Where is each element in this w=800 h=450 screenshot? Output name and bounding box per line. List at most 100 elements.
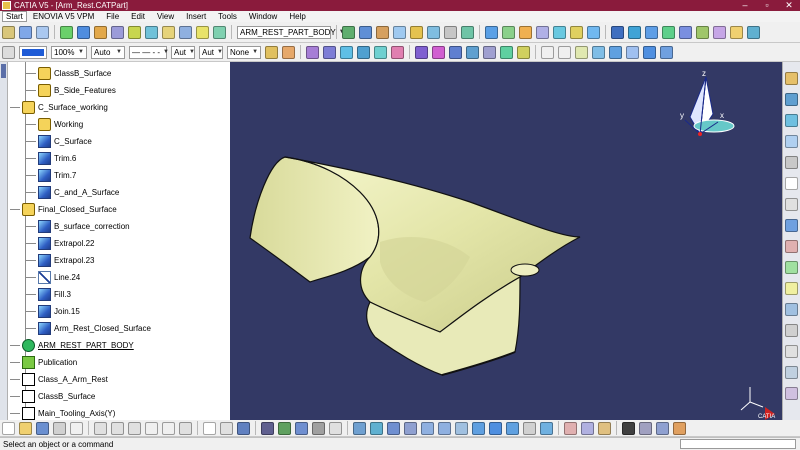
law-icon[interactable] [785, 261, 798, 274]
product-icon[interactable] [312, 421, 325, 435]
command-input[interactable] [680, 439, 796, 449]
healing-icon[interactable] [466, 45, 479, 59]
circle-sketch-icon[interactable] [643, 45, 656, 59]
menu-insert[interactable]: Insert [180, 11, 212, 22]
tree-item[interactable]: Extrapol.23 [26, 252, 94, 269]
connect-curve-icon[interactable] [592, 45, 605, 59]
wrap-icon[interactable] [785, 387, 798, 400]
corner-icon[interactable] [575, 45, 588, 59]
tree-item[interactable]: ARM_REST_PART_BODY [10, 337, 134, 354]
remove-loft-icon[interactable] [179, 25, 192, 39]
toolbox-icon[interactable] [295, 421, 308, 435]
tree-scrollbar-thumb[interactable] [1, 64, 6, 78]
pan-icon[interactable] [387, 421, 400, 435]
bump-icon[interactable] [785, 366, 798, 379]
stiffener-icon[interactable] [196, 25, 209, 39]
affinity-icon[interactable] [587, 25, 600, 39]
opacity-select[interactable]: 100% ▼ [51, 45, 87, 59]
point-icon[interactable] [306, 45, 319, 59]
measure-item-icon[interactable] [581, 421, 594, 435]
line-thickness-select[interactable]: Auto ▼ [91, 45, 125, 59]
line-type-select[interactable]: — — - - ▼ [129, 45, 169, 59]
fly-mode-icon[interactable] [353, 421, 366, 435]
paint-icon[interactable] [673, 421, 686, 435]
rotate-icon[interactable] [404, 421, 417, 435]
surface-tool-icon[interactable] [785, 93, 798, 106]
tree-item[interactable]: Working [26, 116, 83, 133]
shaft-icon[interactable] [94, 25, 107, 39]
menu-help[interactable]: Help [283, 11, 311, 22]
swap-visible-space-icon[interactable] [540, 421, 553, 435]
rib-icon[interactable] [128, 25, 141, 39]
print-icon[interactable] [53, 421, 66, 435]
3d-viewport[interactable]: z y x CATIA [230, 62, 782, 420]
camera-icon[interactable] [622, 421, 635, 435]
tree-item[interactable]: Join.15 [26, 303, 80, 320]
format-painter-icon[interactable] [265, 45, 278, 59]
intersection-icon[interactable] [374, 45, 387, 59]
pocket-icon[interactable] [77, 25, 90, 39]
spline-icon[interactable] [541, 45, 554, 59]
table-icon[interactable] [261, 421, 274, 435]
join-tool-icon[interactable] [449, 45, 462, 59]
trim-tool-icon[interactable] [432, 45, 445, 59]
remove-face-icon[interactable] [444, 25, 457, 39]
tree-item[interactable]: ClassB_Surface [26, 65, 111, 82]
macro-icon[interactable] [278, 421, 291, 435]
close-button[interactable]: ✕ [778, 0, 800, 11]
chamfer-icon[interactable] [359, 25, 372, 39]
menu-tools[interactable]: Tools [212, 11, 243, 22]
volumes-icon[interactable] [785, 324, 798, 337]
measure-inertia-icon[interactable] [598, 421, 611, 435]
pad-icon[interactable] [60, 25, 73, 39]
visualization-icon[interactable] [329, 421, 342, 435]
boundary-icon[interactable] [500, 45, 513, 59]
edge-fillet-icon[interactable] [342, 25, 355, 39]
rotation-icon[interactable] [502, 25, 515, 39]
compass-widget[interactable]: z y x [680, 69, 735, 136]
tree-item[interactable]: B_surface_correction [26, 218, 130, 235]
revolve-icon[interactable] [713, 25, 726, 39]
replication-icon[interactable] [785, 282, 798, 295]
untrim-icon[interactable] [483, 45, 496, 59]
tree-item[interactable]: Arm_Rest_Closed_Surface [26, 320, 151, 337]
menu-edit[interactable]: Edit [125, 11, 151, 22]
part-body-select[interactable]: ARM_REST_PART_BODY▼ [237, 25, 345, 39]
tree-item[interactable]: Main_Tooling_Axis(Y) [10, 405, 115, 420]
tree-item[interactable]: Class_A_Arm_Rest [10, 371, 108, 388]
menu-enovia[interactable]: ENOVIA V5 VPM [27, 11, 100, 22]
line-tool-icon[interactable] [323, 45, 336, 59]
wireframe-icon[interactable] [785, 114, 798, 127]
grid-icon[interactable] [36, 25, 49, 39]
pointer-icon[interactable] [785, 177, 798, 190]
tree-item[interactable]: C_and_A_Surface [26, 184, 119, 201]
advanced-surfaces-icon[interactable] [785, 303, 798, 316]
loft-icon[interactable] [162, 25, 175, 39]
extrude-icon[interactable] [696, 25, 709, 39]
developed-shapes-icon[interactable] [785, 345, 798, 358]
copy-icon[interactable] [111, 421, 124, 435]
paste-icon[interactable] [128, 421, 141, 435]
tree-item[interactable]: B_Side_Features [26, 82, 116, 99]
apply-material-icon[interactable] [628, 25, 641, 39]
sketch-icon[interactable] [626, 45, 639, 59]
transform-icon[interactable] [785, 219, 798, 232]
sphere-icon[interactable] [730, 25, 743, 39]
tree-item[interactable]: Final_Closed_Surface [10, 201, 117, 218]
redo-icon[interactable] [162, 421, 175, 435]
zoom-in-icon[interactable] [421, 421, 434, 435]
cut-icon[interactable] [94, 421, 107, 435]
maximize-button[interactable]: ▫ [756, 0, 778, 11]
menu-file[interactable]: File [100, 11, 125, 22]
measure-between-icon[interactable] [564, 421, 577, 435]
tree-item[interactable]: Trim.7 [26, 167, 76, 184]
rotate-view-icon[interactable] [660, 45, 673, 59]
select-icon[interactable] [785, 156, 798, 169]
quick-view-cube-icon[interactable] [472, 421, 485, 435]
solid-combine-icon[interactable] [213, 25, 226, 39]
rectangular-pattern-icon[interactable] [553, 25, 566, 39]
symmetry-icon[interactable] [519, 25, 532, 39]
tree-item[interactable]: Line.24 [26, 269, 80, 286]
tree-item[interactable]: Trim.6 [26, 150, 76, 167]
point-symbol-select[interactable]: Aut ▼ [171, 45, 195, 59]
